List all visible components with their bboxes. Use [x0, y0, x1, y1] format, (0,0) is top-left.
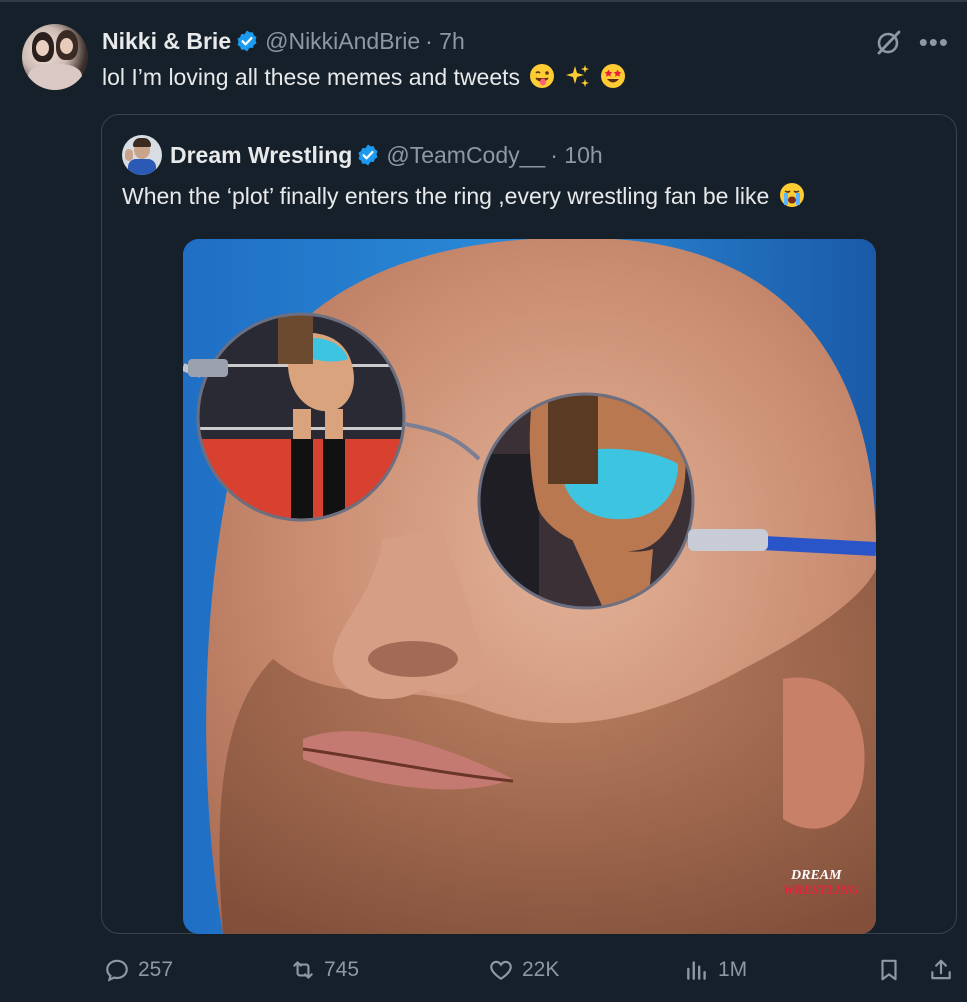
like-count: 22K [522, 958, 560, 981]
reply-icon [106, 959, 128, 982]
watermark-top: DREAM [790, 868, 842, 883]
quoted-tweet-image[interactable]: DREAM WRESTLING [183, 239, 876, 934]
tweet-body: lol I’m loving all these memes and tweet… [102, 64, 521, 90]
views-count: 1M [718, 958, 748, 981]
share-icon [931, 959, 951, 980]
tweet-header: Nikki & Brie @NikkiAndBrie · 7h [102, 26, 465, 56]
star-struck-emoji-icon [601, 64, 626, 88]
bookmark-icon [881, 959, 897, 981]
quoted-tweet-text: When the ‘plot’ finally enters the ring … [122, 181, 805, 211]
quoted-tweet-body: When the ‘plot’ finally enters the ring … [122, 183, 770, 209]
tweet[interactable]: Nikki & Brie @NikkiAndBrie · 7h ••• lol … [0, 0, 967, 1002]
bookmark-button[interactable] [876, 950, 902, 990]
more-icon[interactable]: ••• [919, 29, 949, 55]
quoted-author-name[interactable]: Dream Wrestling [170, 142, 352, 169]
tweet-time[interactable]: · 7h [425, 28, 465, 55]
reply-button[interactable]: 257 [104, 950, 173, 990]
quoted-tweet-time[interactable]: · 10h [550, 142, 602, 169]
quoted-author-avatar[interactable] [122, 135, 162, 175]
author-name[interactable]: Nikki & Brie [102, 28, 231, 55]
share-button[interactable] [928, 950, 954, 990]
action-bar: 257 745 22K 1M [0, 950, 967, 990]
sparkles-emoji-icon [565, 65, 589, 87]
verified-badge-icon [237, 30, 257, 52]
crying-emoji-icon [779, 183, 804, 207]
author-handle[interactable]: @NikkiAndBrie [265, 28, 420, 55]
author-avatar[interactable] [22, 24, 88, 90]
quoted-tweet-header: Dream Wrestling @TeamCody__ · 10h [170, 139, 603, 171]
quoted-author-handle[interactable]: @TeamCody__ [386, 142, 545, 169]
views-button[interactable]: 1M [684, 950, 747, 990]
reply-count: 257 [138, 958, 174, 981]
meme-image: DREAM WRESTLING [183, 239, 876, 934]
repost-icon [293, 961, 313, 979]
grok-icon[interactable] [875, 28, 903, 56]
like-button[interactable]: 22K [488, 950, 559, 990]
repost-count: 745 [324, 958, 360, 981]
tweet-text: lol I’m loving all these memes and tweet… [102, 62, 626, 92]
winking-tongue-emoji-icon [530, 64, 555, 88]
watermark-bottom: WRESTLING [783, 882, 859, 897]
verified-badge-icon [358, 144, 378, 166]
views-icon [687, 961, 706, 980]
like-icon [490, 960, 512, 980]
repost-button[interactable]: 745 [290, 950, 359, 990]
quoted-tweet[interactable]: Dream Wrestling @TeamCody__ · 10h When t… [101, 114, 957, 934]
top-actions: ••• [875, 28, 949, 56]
